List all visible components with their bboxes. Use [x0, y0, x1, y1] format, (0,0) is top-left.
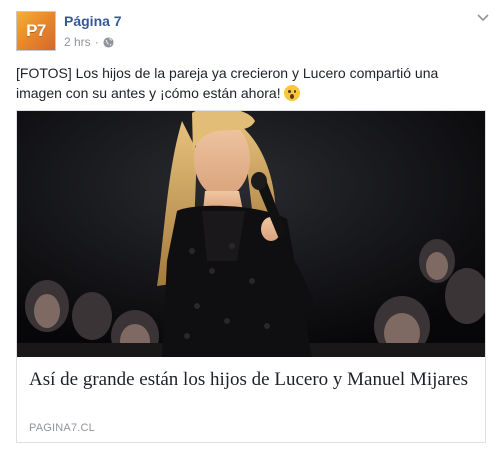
page-name-link[interactable]: Página 7 [64, 12, 122, 30]
meta-separator: · [94, 35, 99, 49]
link-preview-card[interactable]: Así de grande están los hijos de Lucero … [16, 110, 486, 443]
globe-icon[interactable] [103, 36, 114, 48]
post-meta: 2 hrs · [64, 34, 114, 50]
page-avatar[interactable]: P7 [16, 11, 56, 51]
link-title[interactable]: Así de grande están los hijos de Lucero … [29, 368, 469, 391]
post-timestamp[interactable]: 2 hrs [64, 34, 91, 50]
link-domain: PAGINA7.CL [29, 422, 95, 434]
post-message-text: [FOTOS] Los hijos de la pareja ya crecie… [16, 65, 439, 101]
surprised-face-emoji [284, 85, 301, 101]
chevron-down-icon[interactable] [475, 12, 491, 24]
facebook-post: P7 Página 7 2 hrs · [FOTOS] Los hijos de… [0, 0, 501, 453]
link-preview-image[interactable] [17, 111, 485, 357]
avatar-logo-text: P7 [26, 21, 46, 40]
post-message: [FOTOS] Los hijos de la pareja ya crecie… [16, 63, 486, 103]
